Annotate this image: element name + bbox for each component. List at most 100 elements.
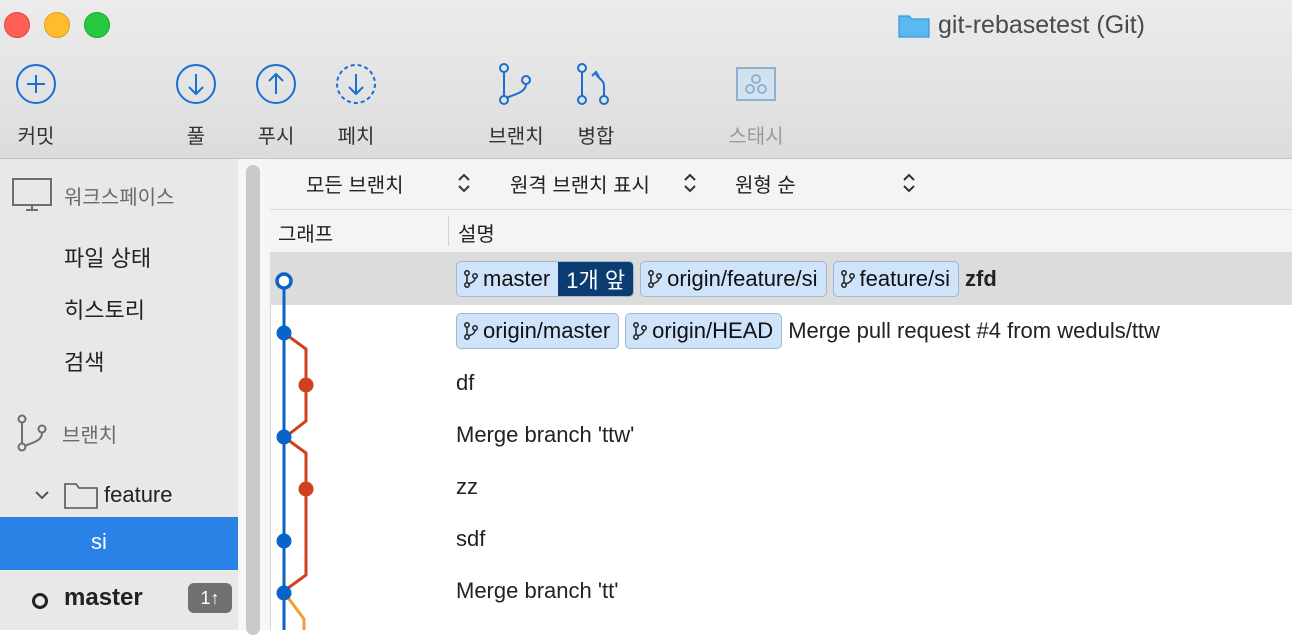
scrollbar-thumb[interactable]	[246, 165, 260, 635]
commit-row[interactable]: sdf	[270, 513, 1292, 565]
sidebar-item-file-status[interactable]: 파일 상태	[64, 241, 151, 273]
chevron-updown-icon	[903, 173, 915, 193]
monitor-icon	[12, 178, 52, 211]
fetch-button[interactable]: 페치	[316, 60, 396, 149]
commit-row[interactable]: zz	[270, 461, 1292, 513]
commit-row[interactable]: master 1개 앞 origin/feature/si feature/si…	[270, 253, 1292, 305]
folder-label: feature	[104, 482, 173, 507]
branch-tag: origin/feature/si	[640, 261, 827, 297]
branch-icon	[499, 63, 531, 105]
branches-header[interactable]: 브랜치	[0, 413, 117, 453]
branch-filter-select[interactable]: 모든 브랜치	[306, 169, 404, 198]
commit-description: zz	[456, 461, 478, 513]
branch-master-label: master	[64, 584, 143, 611]
push-button[interactable]: 푸시	[236, 60, 316, 149]
commit-message: Merge branch 'tt'	[456, 578, 619, 603]
stash-label: 스태시	[728, 126, 784, 148]
title-toolbar: git-rebasetest (Git) 커밋 풀 푸시 페치 브랜치 병합 스…	[0, 0, 1292, 159]
branch-tag: master 1개 앞	[456, 261, 635, 297]
branch-tag-label: origin/HEAD	[652, 318, 774, 343]
merge-icon	[577, 63, 609, 105]
branches-header-label: 브랜치	[62, 424, 118, 447]
minimize-window-button[interactable]	[44, 12, 70, 38]
branch-label: 브랜치	[488, 126, 544, 148]
commit-description: sdf	[456, 513, 485, 565]
remote-filter-value: 원격 브랜치 표시	[510, 175, 650, 197]
commit-message: zz	[456, 474, 478, 499]
current-branch-icon	[32, 593, 48, 609]
sidebar-item-branch-master[interactable]: master 1↑	[0, 575, 238, 623]
commit-row[interactable]: Merge branch 'tt'	[270, 565, 1292, 617]
filter-bar: 모든 브랜치 원격 브랜치 표시 원형 순	[270, 159, 1292, 210]
graph-column-header[interactable]: 그래프	[278, 218, 333, 247]
branch-tag-label: master	[483, 266, 551, 291]
commit-description: origin/master origin/HEAD Merge pull req…	[456, 305, 1160, 357]
close-window-button[interactable]	[4, 12, 30, 38]
commit-description: Merge branch 'ttw'	[456, 409, 634, 461]
stash-button[interactable]: 스태시	[716, 60, 796, 149]
description-column-header[interactable]: 설명	[458, 218, 495, 247]
branch-si-label: si	[91, 529, 107, 554]
pull-label: 풀	[186, 126, 206, 148]
sidebar-folder-feature[interactable]: feature	[34, 481, 173, 509]
chevron-updown-icon	[458, 173, 470, 193]
branch-button[interactable]: 브랜치	[476, 60, 556, 149]
branch-tag-label: feature/si	[859, 266, 951, 291]
commit-message: df	[456, 370, 475, 395]
branch-icon	[840, 270, 855, 288]
pull-button[interactable]: 풀	[156, 60, 236, 149]
fetch-label: 페치	[337, 126, 375, 148]
window-title: git-rebasetest (Git)	[898, 8, 1145, 42]
arrow-up-circle-icon	[256, 64, 296, 104]
merge-button[interactable]: 병합	[556, 60, 636, 149]
arrow-down-circle-icon	[176, 64, 216, 104]
sidebar-item-branch-si[interactable]: si	[0, 517, 238, 570]
window-title-text: git-rebasetest (Git)	[938, 10, 1146, 39]
commit-row[interactable]: origin/master origin/HEAD Merge pull req…	[270, 305, 1292, 357]
branch-icon	[648, 270, 663, 288]
sidebar-item-history[interactable]: 히스토리	[64, 293, 145, 325]
remote-filter-select[interactable]: 원격 브랜치 표시	[510, 169, 650, 198]
workspace-header[interactable]: 워크스페이스	[0, 175, 174, 215]
branch-tag: origin/HEAD	[625, 313, 783, 349]
zoom-window-button[interactable]	[84, 12, 110, 38]
branch-tag: origin/master	[456, 313, 620, 349]
commit-message: Merge pull request #4 from weduls/ttw	[788, 318, 1160, 343]
column-header: 그래프 설명	[270, 210, 1292, 253]
stash-icon	[736, 67, 776, 101]
ahead-badge: 1↑	[188, 583, 232, 613]
folder-icon	[64, 483, 98, 509]
commit-description: Merge branch 'tt'	[456, 565, 618, 617]
order-select[interactable]: 원형 순	[735, 169, 796, 198]
plus-circle-icon	[16, 64, 56, 104]
commit-row[interactable]: Merge branch 'ttw'	[270, 409, 1292, 461]
branch-icon	[17, 414, 47, 452]
commit-description: df	[456, 357, 474, 409]
chevron-down-icon	[35, 491, 49, 500]
branch-tag-label: origin/master	[483, 318, 611, 343]
commit-label: 커밋	[17, 126, 55, 148]
branch-tag: feature/si	[832, 261, 959, 297]
commit-row[interactable]: df	[270, 357, 1292, 409]
branch-icon	[464, 322, 478, 340]
push-label: 푸시	[257, 126, 295, 148]
ahead-count: 1개 앞	[558, 262, 634, 296]
sidebar-scrollbar[interactable]	[238, 159, 271, 635]
commit-button[interactable]: 커밋	[0, 60, 76, 149]
commit-message: zfd	[965, 266, 997, 291]
order-value: 원형 순	[735, 175, 796, 197]
commit-message: sdf	[456, 526, 486, 551]
branch-tag-label: origin/feature/si	[667, 266, 818, 291]
folder-icon	[898, 15, 930, 38]
merge-label: 병합	[577, 126, 615, 148]
commit-description: master 1개 앞 origin/feature/si feature/si…	[456, 253, 997, 305]
branch-icon	[464, 270, 478, 288]
sidebar-item-search[interactable]: 검색	[64, 345, 104, 377]
commit-list: master 1개 앞 origin/feature/si feature/si…	[270, 253, 1292, 630]
column-divider[interactable]	[448, 216, 449, 246]
commit-message: Merge branch 'ttw'	[456, 422, 635, 447]
branch-filter-value: 모든 브랜치	[306, 175, 404, 197]
branch-icon	[633, 322, 648, 340]
workspace-header-label: 워크스페이스	[64, 186, 175, 209]
chevron-updown-icon	[684, 173, 696, 193]
